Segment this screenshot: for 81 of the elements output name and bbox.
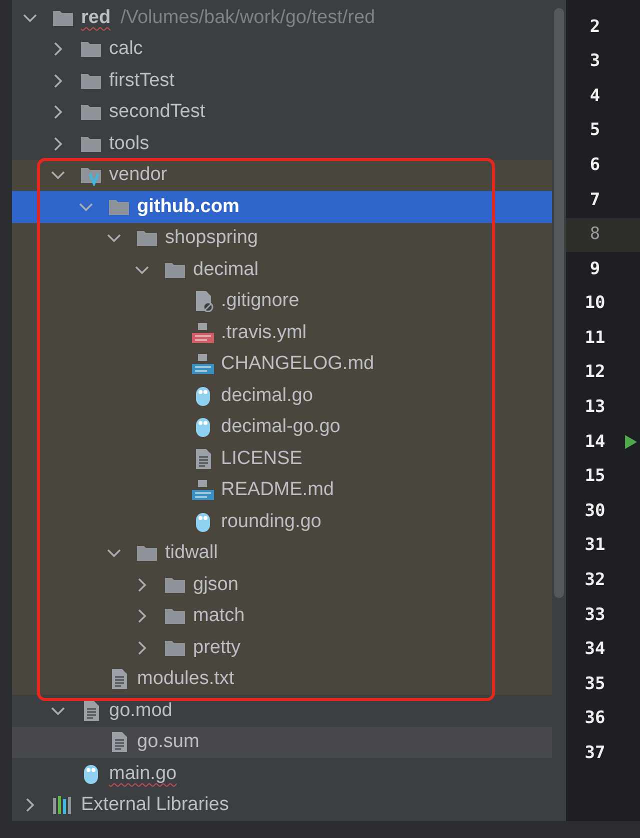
tree-row[interactable]: go.mod: [12, 695, 552, 726]
item-label: tools: [109, 132, 150, 156]
tree-row[interactable]: vendor: [12, 160, 552, 191]
item-label: rounding.go: [221, 510, 322, 534]
tree-row[interactable]: calc: [12, 34, 552, 65]
item-label: modules.txt: [137, 667, 234, 691]
tree-row[interactable]: tidwall: [12, 538, 552, 569]
item-label: red: [81, 6, 111, 30]
tree-row[interactable]: firstTest: [12, 65, 552, 96]
line-number: 10: [584, 292, 606, 316]
tree-row[interactable]: .travis.yml: [12, 317, 552, 348]
run-icon[interactable]: [624, 434, 638, 450]
line-number: 14: [584, 430, 606, 454]
item-label: gjson: [193, 572, 238, 596]
line-number: 13: [584, 396, 606, 420]
tree-row[interactable]: shopspring: [12, 222, 552, 254]
item-label: LICENSE: [221, 446, 302, 470]
line-number: 15: [584, 465, 606, 488]
tree-row[interactable]: decimal.go: [12, 380, 552, 412]
tree-row[interactable]: pretty: [12, 632, 552, 664]
tree-row[interactable]: github.com: [12, 191, 552, 222]
tree-row[interactable]: CHANGELOG.md: [12, 348, 552, 380]
line-number: 5: [588, 119, 602, 142]
tree-row[interactable]: secondTest: [12, 96, 552, 128]
item-label: CHANGELOG.md: [221, 352, 374, 376]
line-number: 36: [584, 707, 606, 730]
line-number: 35: [584, 672, 606, 696]
tree-row[interactable]: go.sum: [12, 726, 552, 758]
item-label: match: [193, 604, 245, 628]
line-number: 2: [588, 16, 602, 39]
line-number: 33: [584, 604, 606, 627]
line-number: 37: [584, 742, 606, 766]
line-number: 11: [584, 326, 606, 350]
item-label: firstTest: [109, 68, 174, 92]
line-number: 9: [588, 258, 602, 281]
item-label: External Libraries: [81, 793, 229, 817]
line-number: 3: [588, 50, 602, 74]
tree-row[interactable]: rounding.go: [12, 506, 552, 538]
item-label: decimal.go: [221, 384, 313, 408]
md-file-icon: [192, 353, 214, 376]
line-number: 34: [584, 638, 606, 662]
line-number: 12: [584, 361, 606, 384]
tree-row[interactable]: modules.txt: [12, 664, 552, 695]
item-label: .gitignore: [221, 289, 300, 313]
tree-row[interactable]: README.md: [12, 474, 552, 506]
line-number: 30: [584, 500, 606, 523]
yml-file-icon: [192, 322, 214, 344]
libraries-icon: [52, 794, 74, 816]
tree-row[interactable]: main.go: [12, 758, 552, 790]
line-number: 32: [584, 569, 606, 592]
item-label: vendor: [109, 163, 168, 187]
line-number: 4: [588, 84, 602, 108]
item-label: .travis.yml: [221, 320, 306, 344]
item-label: go.sum: [137, 730, 200, 754]
item-label: pretty: [193, 636, 241, 660]
md-file-icon: [192, 479, 214, 502]
tree-row[interactable]: match: [12, 600, 552, 632]
line-number: 7: [588, 188, 602, 212]
item-label: go.mod: [109, 698, 172, 722]
tree-row[interactable]: External Libraries: [12, 790, 552, 821]
path-hint: /Volumes/bak/work/go/test/red: [120, 6, 376, 30]
item-label: decimal: [193, 258, 258, 282]
tree-row[interactable]: .gitignore: [12, 286, 552, 317]
item-label: README.md: [221, 478, 334, 502]
item-label: main.go: [109, 762, 177, 786]
line-number: 31: [584, 534, 606, 558]
line-number: 8: [588, 223, 602, 246]
item-label: github.com: [137, 194, 240, 218]
tree-row[interactable]: decimal: [12, 254, 552, 286]
tree-row[interactable]: tools: [12, 128, 552, 160]
item-label: tidwall: [165, 541, 218, 565]
item-label: secondTest: [109, 100, 206, 124]
item-label: decimal-go.go: [221, 415, 340, 439]
scrollbar-thumb[interactable]: [554, 8, 564, 598]
tree-row[interactable]: LICENSE: [12, 443, 552, 474]
line-number: 6: [588, 154, 602, 177]
tree-row[interactable]: gjson: [12, 569, 552, 600]
item-label: calc: [109, 37, 143, 61]
tree-row[interactable]: decimal-go.go: [12, 412, 552, 443]
tree-row[interactable]: red /Volumes/bak/work/go/test/red: [12, 2, 552, 34]
item-label: shopspring: [165, 226, 258, 250]
